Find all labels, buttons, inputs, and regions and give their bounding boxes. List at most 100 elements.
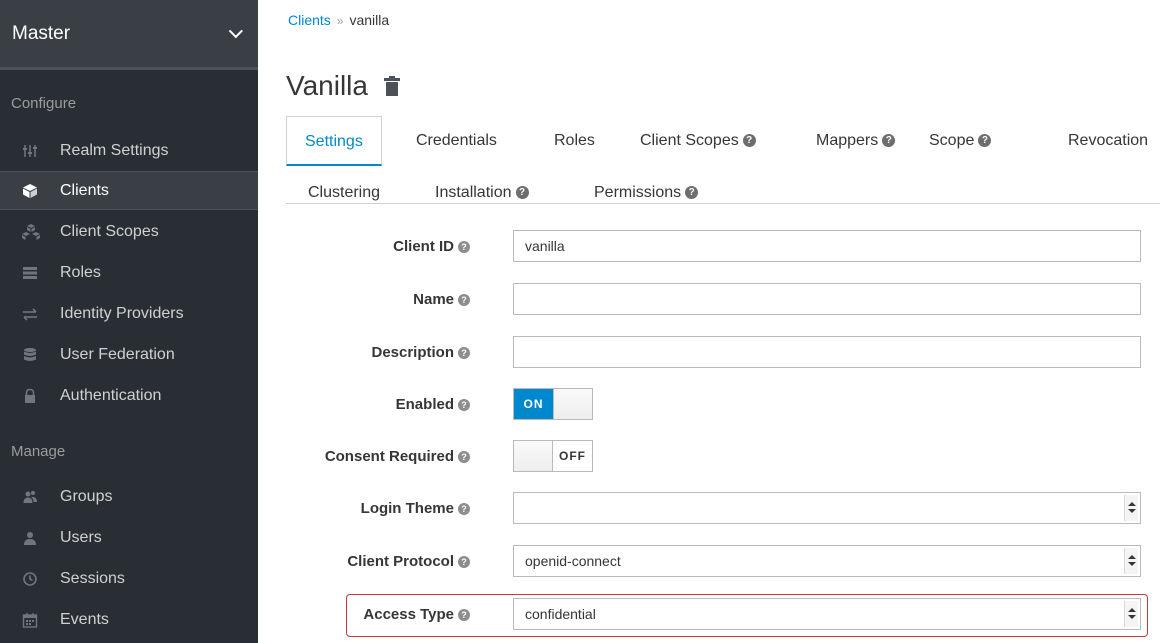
tab-label: Mappers (816, 132, 879, 149)
tab-settings[interactable]: Settings (286, 116, 382, 166)
tab-label: Credentials (416, 132, 497, 149)
breadcrumb-clients-link[interactable]: Clients (288, 12, 331, 28)
tabs-divider (286, 203, 1160, 204)
sliders-icon (22, 143, 38, 159)
sidebar-item-label: User Federation (60, 345, 175, 363)
help-icon: ? (458, 609, 470, 622)
sidebar: Master Configure Realm Settings Clients … (0, 0, 258, 643)
label-text: Login Theme (360, 500, 454, 517)
sidebar-item-label: Roles (60, 263, 101, 281)
manage-section-title: Manage (11, 443, 66, 460)
sidebar-item-events[interactable]: Events (0, 600, 258, 639)
description-row: Description? (258, 336, 1160, 370)
client-protocol-select[interactable]: openid-connect (513, 545, 1141, 577)
sidebar-item-authentication[interactable]: Authentication (0, 376, 258, 415)
label-text: Enabled (395, 396, 454, 413)
toggle-knob (553, 389, 592, 419)
help-icon: ? (685, 186, 699, 200)
user-icon (22, 530, 38, 546)
tab-permissions[interactable]: Permissions? (594, 168, 699, 218)
help-icon: ? (458, 399, 470, 412)
help-icon: ? (458, 556, 470, 569)
database-icon (22, 347, 38, 363)
sidebar-item-sessions[interactable]: Sessions (0, 559, 258, 598)
calendar-icon (22, 612, 38, 628)
name-row: Name? (258, 283, 1160, 317)
clock-icon (22, 571, 38, 587)
sidebar-item-users[interactable]: Users (0, 518, 258, 557)
sidebar-item-groups[interactable]: Groups (0, 477, 258, 516)
label-text: Consent Required (324, 448, 454, 465)
access-type-row: Access Type? confidential (258, 598, 1160, 632)
toggle-state-label: ON (514, 389, 553, 419)
login-theme-row: Login Theme? (258, 492, 1160, 526)
tab-revocation[interactable]: Revocation (1068, 116, 1148, 166)
client-id-input[interactable] (513, 230, 1141, 262)
tab-label: Permissions (594, 184, 682, 201)
sidebar-item-user-federation[interactable]: User Federation (0, 335, 258, 374)
toggle-knob (514, 441, 553, 471)
label-text: Client Protocol (347, 553, 454, 570)
description-label: Description? (371, 336, 470, 370)
client-protocol-row: Client Protocol? openid-connect (258, 545, 1160, 579)
sidebar-item-roles[interactable]: Roles (0, 253, 258, 292)
page-title: Vanilla (286, 70, 400, 102)
toggle-state-label: OFF (559, 449, 586, 463)
help-icon: ? (742, 134, 756, 148)
enabled-toggle[interactable]: ON (513, 388, 593, 420)
select-arrows-icon (1124, 495, 1138, 521)
help-icon: ? (978, 134, 992, 148)
exchange-icon (22, 306, 38, 322)
name-input[interactable] (513, 283, 1141, 315)
tab-label: Revocation (1068, 132, 1149, 149)
client-protocol-label: Client Protocol? (347, 545, 470, 579)
tab-label: Clustering (308, 184, 381, 201)
sidebar-item-realm-settings[interactable]: Realm Settings (0, 131, 258, 170)
help-icon: ? (458, 347, 470, 360)
help-icon: ? (458, 451, 470, 464)
tab-mappers[interactable]: Mappers? (816, 116, 896, 166)
page-title-text: Vanilla (286, 70, 368, 101)
consent-required-row: Consent Required? OFF (258, 440, 1160, 474)
trash-icon[interactable] (383, 76, 400, 96)
tab-roles[interactable]: Roles (554, 116, 595, 166)
client-id-row: Client ID? (258, 230, 1160, 264)
help-icon: ? (458, 503, 470, 516)
cubes-icon (22, 223, 40, 240)
tab-client-scopes[interactable]: Client Scopes? (640, 116, 756, 166)
breadcrumb-separator: » (336, 14, 344, 28)
sidebar-item-label: Clients (60, 181, 109, 199)
tab-label: Scope (929, 132, 975, 149)
label-text: Description (371, 344, 454, 361)
breadcrumb: Clients » vanilla (288, 12, 389, 28)
realm-selector[interactable]: Master (0, 0, 258, 70)
consent-required-label: Consent Required? (325, 440, 470, 474)
description-input[interactable] (513, 336, 1141, 368)
help-icon: ? (515, 186, 529, 200)
configure-section-title: Configure (11, 95, 77, 112)
sidebar-item-clients[interactable]: Clients (0, 171, 258, 210)
sidebar-item-label: Authentication (60, 386, 162, 404)
login-theme-select[interactable] (513, 492, 1141, 524)
sidebar-item-identity-providers[interactable]: Identity Providers (0, 294, 258, 333)
tab-scope[interactable]: Scope? (929, 116, 992, 166)
help-icon: ? (458, 294, 470, 307)
cube-icon (22, 183, 38, 199)
sidebar-item-label: Events (60, 610, 109, 628)
breadcrumb-current: vanilla (349, 12, 390, 28)
sidebar-item-label: Realm Settings (60, 141, 169, 159)
login-theme-label: Login Theme? (361, 492, 470, 526)
select-value: openid-connect (525, 553, 621, 569)
tab-clustering[interactable]: Clustering (308, 168, 380, 218)
lock-icon (22, 388, 38, 404)
select-value: confidential (525, 606, 596, 622)
sidebar-item-client-scopes[interactable]: Client Scopes (0, 212, 258, 251)
client-id-label: Client ID? (393, 230, 470, 264)
tab-credentials[interactable]: Credentials (416, 116, 497, 166)
tab-label: Client Scopes (640, 132, 739, 149)
tab-label: Settings (305, 133, 363, 150)
tab-installation[interactable]: Installation? (435, 168, 529, 218)
access-type-select[interactable]: confidential (513, 598, 1141, 630)
consent-required-toggle[interactable]: OFF (513, 440, 593, 472)
enabled-row: Enabled? ON (258, 388, 1160, 422)
